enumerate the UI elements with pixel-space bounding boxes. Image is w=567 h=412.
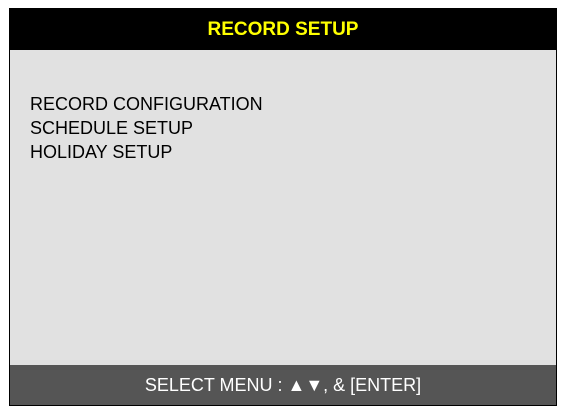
menu-list: RECORD CONFIGURATION SCHEDULE SETUP HOLI…	[30, 92, 263, 164]
record-setup-window: RECORD SETUP RECORD CONFIGURATION SCHEDU…	[9, 8, 557, 406]
menu-item-record-configuration[interactable]: RECORD CONFIGURATION	[30, 92, 263, 116]
page-title: RECORD SETUP	[207, 19, 359, 40]
status-bar: SELECT MENU : ▲▼, & [ENTER]	[10, 365, 556, 405]
menu-item-holiday-setup[interactable]: HOLIDAY SETUP	[30, 140, 263, 164]
menu-item-schedule-setup[interactable]: SCHEDULE SETUP	[30, 116, 263, 140]
title-bar: RECORD SETUP	[10, 9, 556, 50]
navigation-hint: SELECT MENU : ▲▼, & [ENTER]	[144, 375, 422, 395]
